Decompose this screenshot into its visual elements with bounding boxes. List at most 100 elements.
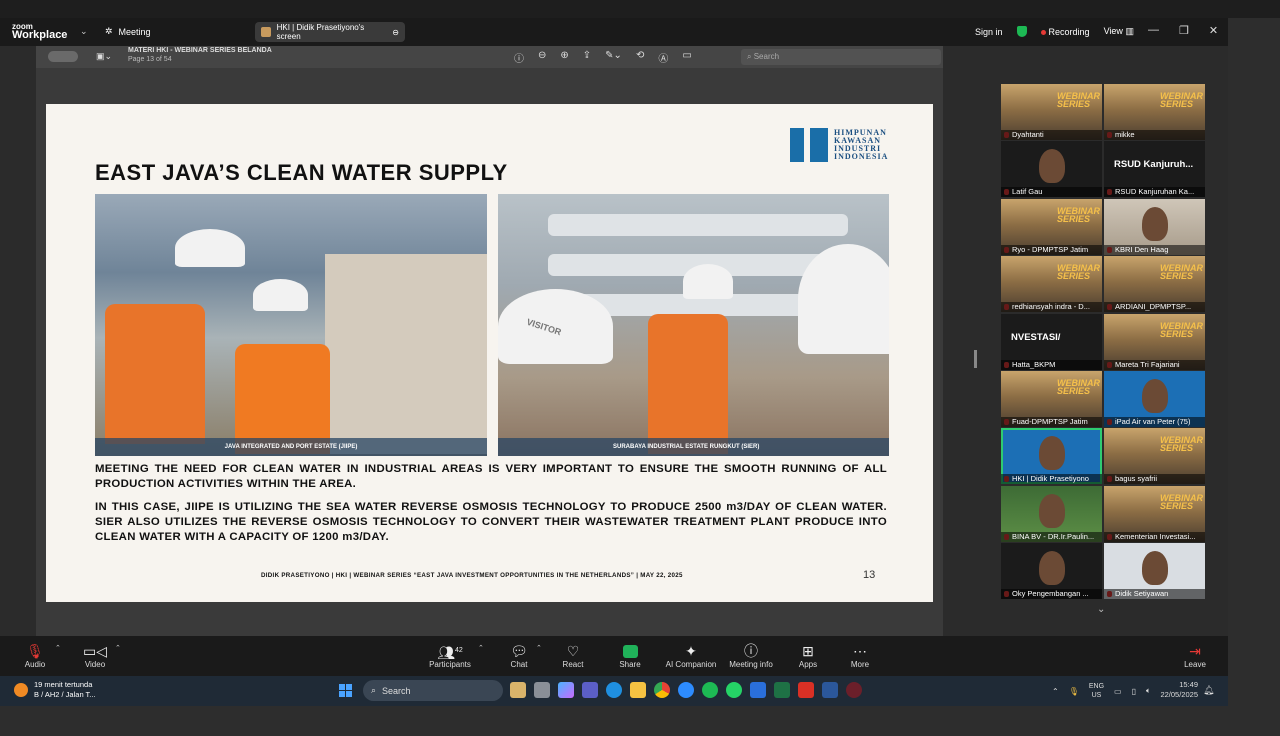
participant-tile[interactable]: Latif Gau — [1001, 141, 1102, 198]
participant-tile[interactable]: NVESTASI/Hatta_BKPM — [1001, 313, 1102, 370]
task-view-icon[interactable] — [534, 682, 550, 698]
restore-icon[interactable]: ❐ — [1179, 24, 1189, 37]
chevron-up-icon[interactable]: ⌃ — [115, 644, 121, 652]
ai-companion-button[interactable]: ✦ AI Companion — [661, 642, 721, 669]
worker-vest-shape — [648, 314, 728, 454]
share-button[interactable]: Share — [600, 642, 660, 669]
store-icon[interactable] — [750, 682, 766, 698]
participant-tile[interactable]: HKI | Didik Prasetiyono — [1001, 428, 1102, 485]
webinar-banner-line: SERIES — [1057, 99, 1091, 109]
participant-tile[interactable]: Oky Pengembangan ... — [1001, 543, 1102, 600]
screen-share-chip[interactable]: HKI | Didik Prasetiyono's screen ⊖ — [255, 22, 405, 42]
rotate-icon[interactable]: ⟲ — [636, 50, 644, 65]
chrome-icon[interactable] — [654, 682, 670, 698]
notification-icon[interactable]: 🔔︎ — [1203, 685, 1214, 696]
participant-tile[interactable]: WEBINAR SERIES Ryo - DPMPTSP Jatim — [1001, 198, 1102, 255]
meeting-info-button[interactable]: ⓘ Meeting info — [721, 642, 781, 669]
system-clock[interactable]: 15:49 22/05/2025 — [1158, 680, 1198, 700]
slide-title: EAST JAVA’S CLEAN WATER SUPPLY — [95, 160, 508, 185]
pdf-search-input[interactable]: ⌕ Search — [741, 49, 941, 65]
close-icon[interactable]: ✕ — [1209, 24, 1218, 37]
volume-icon[interactable]: 🔈︎ — [1146, 686, 1151, 696]
more-button[interactable]: ⋯ More — [830, 642, 890, 669]
microphone-icon[interactable]: 🎙︎ — [1069, 687, 1079, 696]
word-icon[interactable] — [822, 682, 838, 698]
info-icon[interactable]: ⓘ — [514, 50, 524, 65]
spotify-icon[interactable] — [702, 682, 718, 698]
participant-name: redhiansyah indra - D... — [1001, 302, 1102, 313]
participant-tile[interactable]: WEBINAR SERIES mikke — [1104, 84, 1205, 140]
webinar-banner-line: SERIES — [1160, 443, 1194, 454]
apps-button[interactable]: ⊞ Apps — [778, 642, 838, 669]
battery-icon[interactable]: ▯ — [1132, 687, 1136, 696]
participant-tile[interactable]: KBRI Den Haag — [1104, 198, 1205, 255]
recorder-icon[interactable] — [846, 682, 862, 698]
recording-indicator[interactable]: Recording — [1040, 27, 1090, 37]
whatsapp-icon[interactable] — [726, 682, 742, 698]
edge-browser-icon[interactable] — [606, 682, 622, 698]
chevron-up-icon[interactable]: ⌃ — [1052, 687, 1059, 696]
participant-tile[interactable]: WEBINAR SERIES Dyahtanti — [1001, 84, 1102, 140]
slide-page-number: 13 — [863, 569, 876, 581]
leave-button[interactable]: ⇥ Leave — [1165, 642, 1225, 669]
view-button[interactable]: View ▥ — [1104, 26, 1134, 37]
chat-button[interactable]: 💬︎ Chat ⌃ — [489, 642, 549, 669]
widget-app-icon[interactable] — [510, 682, 526, 698]
participant-tile[interactable]: WEBINAR SERIES Kementerian Investasi... — [1104, 485, 1205, 542]
sidebar-toggle[interactable] — [48, 51, 78, 62]
participant-tile[interactable]: BINA BV - DR.Ir.Paulin... — [1001, 485, 1102, 542]
participants-button[interactable]: 👥︎42 Participants ⌃ — [420, 642, 484, 669]
participant-tile[interactable]: WEBINAR SERIES Fuad-DPMPTSP Jatim — [1001, 371, 1102, 427]
traffic-alert-icon — [14, 683, 28, 697]
audio-button[interactable]: 🎙︎ Audio ⌃ — [5, 642, 65, 669]
participant-tile[interactable]: WEBINAR SERIES Mareta Tri Fajariani — [1104, 313, 1205, 370]
minimize-icon[interactable]: — — [1148, 24, 1159, 37]
language-indicator[interactable]: ENG US — [1089, 682, 1104, 700]
react-button[interactable]: ♡ React — [543, 642, 603, 669]
participant-tile[interactable]: iPad Air van Peter (75) — [1104, 371, 1205, 427]
more-options-icon[interactable]: ⊖ — [392, 28, 399, 37]
webinar-banner-line: SERIES — [1160, 271, 1194, 282]
teams-icon[interactable] — [582, 682, 598, 698]
meeting-menu[interactable]: ✲ Meeting — [105, 26, 151, 37]
zoom-logo[interactable]: zoom Workplace — [12, 22, 67, 41]
participant-tile[interactable]: Didik Setiyawan — [1104, 543, 1205, 600]
shield-icon[interactable] — [1016, 26, 1027, 37]
network-icon[interactable]: ▭ — [1114, 687, 1122, 696]
news-widget[interactable]: 19 menit tertunda B / AH2 / Jalan T... — [14, 680, 96, 700]
form-icon[interactable]: ▭ — [682, 50, 691, 65]
webinar-banner-line: SERIES — [1057, 213, 1091, 224]
zoom-app-icon[interactable] — [678, 682, 694, 698]
markup-pen-icon[interactable]: ✎⌄ — [605, 50, 622, 65]
zoom-out-icon[interactable]: ⊖ — [538, 50, 546, 65]
acrobat-icon[interactable] — [798, 682, 814, 698]
video-button[interactable]: ▭◁ Video ⌃ — [65, 642, 125, 669]
screen-edge-bottom — [0, 706, 1228, 736]
webinar-banner-text: WEBINAR SERIES — [1160, 321, 1203, 338]
participant-video-shape — [1142, 551, 1168, 586]
excel-icon[interactable] — [774, 682, 790, 698]
share-export-icon[interactable]: ⇪ — [583, 50, 591, 65]
chevron-up-icon[interactable]: ⌃ — [478, 644, 484, 652]
participant-tile[interactable]: WEBINAR SERIES bagus syafrii — [1104, 428, 1205, 485]
file-explorer-icon[interactable] — [630, 682, 646, 698]
zoom-in-icon[interactable]: ⊕ — [560, 50, 568, 65]
participant-name: bagus syafrii — [1104, 474, 1205, 485]
panel-resize-handle[interactable] — [974, 350, 977, 368]
participant-tile[interactable]: WEBINAR SERIES redhiansyah indra - D... — [1001, 256, 1102, 313]
chevron-down-icon[interactable]: ⌄ — [1097, 604, 1105, 615]
participant-tile[interactable]: WEBINAR SERIES ARDIANI_DPMPTSP... — [1104, 256, 1205, 313]
sign-in-link[interactable]: Sign in — [975, 27, 1003, 37]
sidebar-panel-icon[interactable]: ▣⌄ — [96, 51, 112, 62]
copilot-icon[interactable] — [558, 682, 574, 698]
participant-video-shape — [1039, 149, 1065, 184]
chevron-up-icon[interactable]: ⌃ — [55, 644, 61, 652]
annotate-icon[interactable]: Ⓐ — [658, 50, 668, 65]
windows-start-icon[interactable] — [339, 684, 352, 697]
participant-tile[interactable]: RSUD Kanjuruh... RSUD Kanjuruhan Ka... — [1104, 141, 1205, 198]
taskbar-search[interactable]: ⌕ Search — [363, 680, 503, 701]
chevron-up-icon[interactable]: ⌃ — [536, 644, 542, 652]
widget-line2: B / AH2 / Jalan T... — [34, 690, 96, 699]
chevron-down-icon[interactable]: ⌄ — [80, 26, 88, 37]
slide-footer: DIDIK PRASETIYONO | HKI | WEBINAR SERIES… — [261, 572, 683, 579]
